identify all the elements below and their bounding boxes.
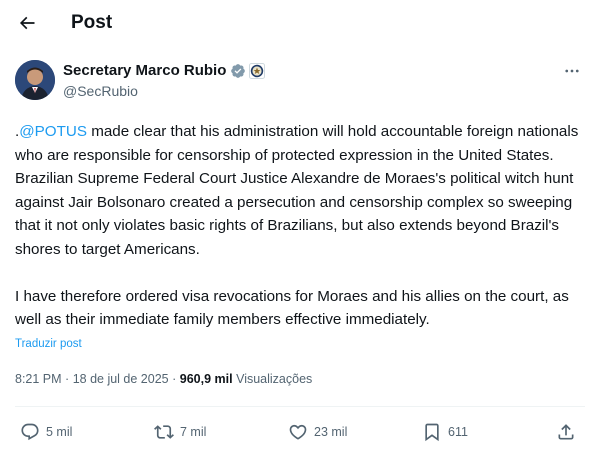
translate-post-link[interactable]: Traduzir post [15,337,82,351]
action-bar: 5 mil 7 mil 23 mil 611 [0,418,597,446]
arrow-left-icon [19,16,35,30]
reply-button[interactable]: 5 mil [20,418,72,446]
verified-badge-icon[interactable] [230,63,246,79]
views-count[interactable]: 960,9 mil [180,372,233,386]
like-button[interactable]: 23 mil [288,418,347,446]
reply-icon [21,423,39,441]
author-handle[interactable]: @SecRubio [63,82,138,100]
tweet-paragraph: .@POTUS made clear that his administrati… [15,120,585,261]
repost-icon [154,425,174,439]
author-name[interactable]: Secretary Marco Rubio [63,62,226,80]
meta-separator: · [65,372,70,386]
share-button[interactable] [556,418,576,446]
repost-button[interactable]: 7 mil [154,418,206,446]
reply-count: 5 mil [46,425,73,439]
bookmark-count: 611 [448,425,468,439]
back-button[interactable] [14,10,40,36]
views-label[interactable]: Visualizações [236,372,312,386]
post-meta: 8:21 PM · 18 de jul de 2025 · 960,9 mil … [15,371,312,387]
more-options-icon [565,69,579,73]
government-seal-icon[interactable] [249,63,266,79]
bookmark-icon [425,423,439,442]
post-time[interactable]: 8:21 PM [15,372,62,386]
avatar-image [15,60,55,100]
bookmark-button[interactable]: 611 [422,418,468,446]
share-icon [558,424,574,440]
meta-separator: · [172,372,177,386]
like-count: 23 mil [314,425,348,439]
author-name-row: Secretary Marco Rubio [63,62,266,80]
tweet-paragraph-2: I have therefore ordered visa revocation… [15,287,569,329]
more-options-button[interactable] [561,62,583,80]
repost-count: 7 mil [180,425,207,439]
tweet-paragraph-1-text: made clear that his administration will … [15,123,579,258]
mention-link[interactable]: @POTUS [19,123,87,140]
page-title: Post [71,12,113,33]
post-date[interactable]: 18 de jul de 2025 [73,372,169,386]
top-bar: Post [0,0,597,46]
avatar[interactable] [15,60,55,100]
tweet-text: .@POTUS made clear that his administrati… [15,120,585,332]
heart-icon [289,424,307,440]
divider [15,406,585,407]
